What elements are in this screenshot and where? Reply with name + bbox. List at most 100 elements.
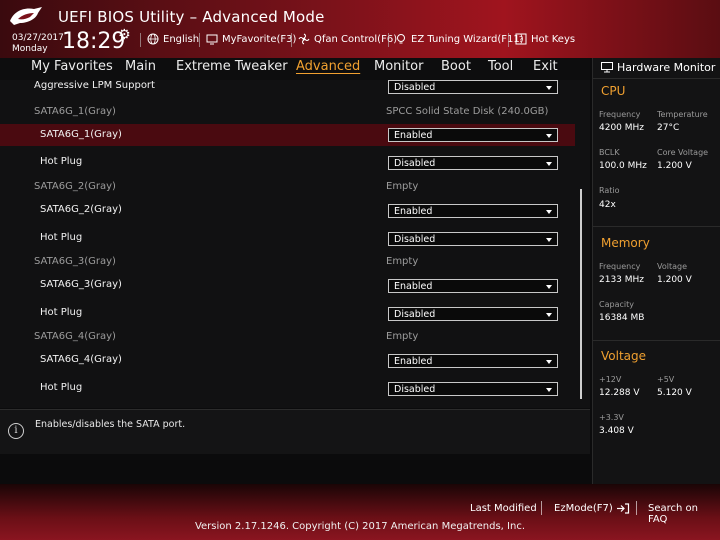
ratio-label: Ratio — [599, 186, 620, 195]
setting-row[interactable]: SATA6G_3(Gray) Enabled — [0, 275, 575, 297]
hardware-monitor-header: Hardware Monitor — [601, 61, 715, 74]
header-bar: UEFI BIOS Utility – Advanced Mode 03/27/… — [0, 0, 720, 58]
hot-plug-dropdown[interactable]: Disabled — [388, 307, 558, 321]
tab-boot[interactable]: Boot — [441, 59, 471, 74]
core-voltage-value: 1.200 V — [657, 161, 692, 171]
dropdown-value: Disabled — [394, 82, 436, 93]
memory-frequency-label: Frequency — [599, 262, 641, 271]
hot-plug-dropdown[interactable]: Disabled — [388, 156, 558, 170]
chevron-down-icon — [546, 285, 552, 289]
setting-row[interactable]: Hot Plug Disabled — [0, 228, 575, 250]
v33-value: 3.408 V — [599, 426, 634, 436]
v12-value: 12.288 V — [599, 388, 640, 398]
dropdown-value: Enabled — [394, 281, 433, 292]
hot-plug-dropdown[interactable]: Disabled — [388, 382, 558, 396]
header-divider — [199, 33, 200, 47]
header-divider — [508, 33, 509, 47]
tab-extreme-tweaker[interactable]: Extreme Tweaker — [176, 59, 288, 74]
v12-label: +12V — [599, 375, 622, 384]
cpu-temperature-value: 27°C — [657, 123, 680, 133]
header-divider — [291, 33, 292, 47]
setting-row[interactable]: Aggressive LPM Support Disabled — [0, 80, 575, 94]
tab-exit[interactable]: Exit — [533, 59, 558, 74]
cpu-temperature-label: Temperature — [657, 110, 708, 119]
myfavorite-button[interactable]: MyFavorite(F3) — [206, 33, 296, 45]
chevron-down-icon — [546, 238, 552, 242]
date-text: 03/27/2017 — [12, 33, 64, 43]
date-display: 03/27/2017 Monday — [12, 33, 64, 55]
port-enable-dropdown[interactable]: Enabled — [388, 354, 558, 368]
fan-icon — [298, 33, 310, 45]
ezmode-button[interactable]: EzMode(F7) — [554, 503, 630, 514]
chevron-down-icon — [546, 210, 552, 214]
hot-plug-label: Hot Plug — [40, 382, 83, 393]
port-enable-label: SATA6G_1(Gray) — [40, 129, 122, 140]
voltage-heading: Voltage — [601, 349, 647, 363]
aggressive-lpm-label: Aggressive LPM Support — [34, 80, 155, 91]
dropdown-value: Enabled — [394, 206, 433, 217]
language-button[interactable]: English — [147, 33, 199, 45]
chevron-down-icon — [546, 388, 552, 392]
setting-row[interactable]: Hot Plug Disabled — [0, 378, 575, 400]
tab-my-favorites[interactable]: My Favorites — [31, 59, 113, 74]
panel-divider — [593, 340, 720, 341]
setting-row[interactable]: Hot Plug Disabled — [0, 303, 575, 325]
port-enable-dropdown[interactable]: Enabled — [388, 204, 558, 218]
panel-divider — [593, 226, 720, 227]
memory-capacity-value: 16384 MB — [599, 313, 645, 323]
settings-panel: Aggressive LPM Support Disabled SATA6G_1… — [0, 80, 590, 408]
port-group-label: SATA6G_2(Gray) — [34, 181, 116, 192]
help-text: Enables/disables the SATA port. — [35, 419, 186, 430]
tab-tool[interactable]: Tool — [488, 59, 513, 74]
hotkeys-icon: ? — [515, 33, 527, 45]
hot-plug-dropdown[interactable]: Disabled — [388, 232, 558, 246]
app-title: UEFI BIOS Utility – Advanced Mode — [58, 8, 325, 26]
aggressive-lpm-dropdown[interactable]: Disabled — [388, 80, 558, 94]
footer-bar: Last Modified EzMode(F7) Search on FAQ V… — [0, 484, 720, 540]
bclk-value: 100.0 MHz — [599, 161, 647, 171]
header-divider — [140, 33, 141, 47]
panel-divider — [593, 78, 720, 79]
scrollbar[interactable] — [580, 189, 582, 399]
ez-tuning-button[interactable]: EZ Tuning Wizard(F11) — [395, 33, 524, 45]
globe-icon — [147, 33, 159, 45]
setting-row[interactable]: SATA6G_2(Gray) Enabled — [0, 200, 575, 222]
setting-row[interactable]: Hot Plug Disabled — [0, 152, 575, 174]
v33-label: +3.3V — [599, 413, 624, 422]
bulb-icon — [397, 34, 405, 44]
v5-value: 5.120 V — [657, 388, 692, 398]
hotkeys-button[interactable]: ? Hot Keys — [515, 33, 575, 45]
info-icon: i — [8, 423, 24, 439]
tab-advanced[interactable]: Advanced — [296, 59, 360, 74]
svg-text:?: ? — [519, 35, 523, 44]
favorite-monitor-icon — [206, 34, 218, 45]
chevron-down-icon — [546, 360, 552, 364]
tab-monitor[interactable]: Monitor — [374, 59, 423, 74]
port-enable-label: SATA6G_2(Gray) — [40, 204, 122, 215]
chevron-down-icon — [546, 162, 552, 166]
dropdown-value: Disabled — [394, 234, 436, 245]
qfan-button[interactable]: Qfan Control(F6) — [298, 33, 397, 45]
dropdown-value: Disabled — [394, 309, 436, 320]
ezmode-label: EzMode(F7) — [554, 503, 613, 514]
ratio-value: 42x — [599, 200, 616, 210]
tab-main[interactable]: Main — [125, 59, 156, 74]
dropdown-value: Disabled — [394, 158, 436, 169]
dropdown-value: Enabled — [394, 130, 433, 141]
footer-divider — [636, 501, 637, 515]
header-divider — [388, 33, 389, 47]
v5-label: +5V — [657, 375, 675, 384]
clock: 18:29 — [62, 29, 126, 54]
bclk-label: BCLK — [599, 148, 620, 157]
setting-row-selected[interactable]: SATA6G_1(Gray) Enabled — [0, 124, 575, 146]
setting-row[interactable]: SATA6G_4(Gray) Enabled — [0, 350, 575, 372]
port-enable-dropdown[interactable]: Enabled — [388, 128, 558, 142]
port-group-row: SATA6G_2(Gray) Empty — [0, 178, 575, 196]
port-enable-dropdown[interactable]: Enabled — [388, 279, 558, 293]
clock-settings-icon[interactable]: ⚙ — [118, 27, 131, 43]
last-modified-button[interactable]: Last Modified — [470, 503, 537, 514]
port-enable-label: SATA6G_3(Gray) — [40, 279, 122, 290]
memory-heading: Memory — [601, 236, 650, 250]
memory-frequency-value: 2133 MHz — [599, 275, 645, 285]
monitor-icon — [601, 62, 613, 73]
